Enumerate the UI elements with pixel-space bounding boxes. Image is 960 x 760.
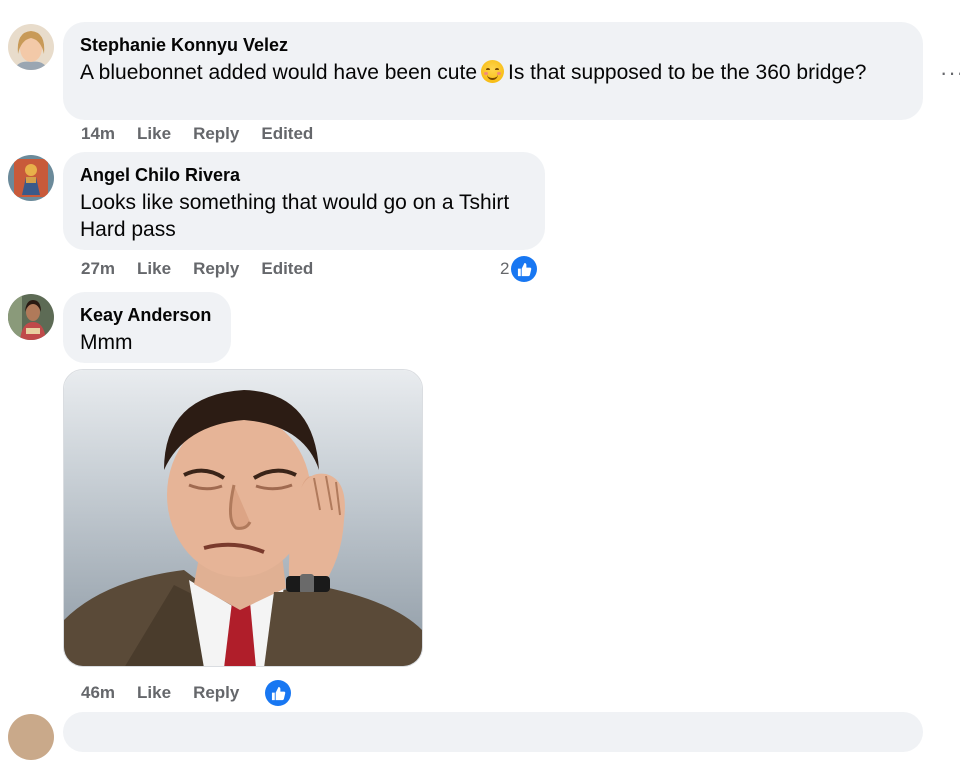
comment-author[interactable]: Stephanie Konnyu Velez — [80, 34, 905, 56]
comment-timestamp[interactable]: 27m — [81, 259, 115, 279]
comment-actions: 14m Like Reply Edited — [81, 124, 313, 144]
like-button[interactable]: Like — [137, 683, 171, 703]
comment-author[interactable]: Keay Anderson — [80, 304, 213, 326]
more-options-icon[interactable]: ··· — [940, 60, 960, 86]
comment-actions: 46m Like Reply — [81, 680, 292, 706]
comment-actions: 27m Like Reply Edited — [81, 259, 313, 279]
thumbs-up-icon — [511, 256, 538, 282]
reaction-count: 2 — [500, 259, 510, 278]
comment-bubble: Angel Chilo Rivera Looks like something … — [63, 152, 545, 250]
reply-button[interactable]: Reply — [193, 683, 239, 703]
comment-bubble: Keay Anderson Mmm — [63, 292, 231, 363]
reaction-summary[interactable]: 2 — [500, 256, 538, 282]
avatar[interactable] — [8, 294, 54, 340]
edited-label[interactable]: Edited — [261, 124, 313, 144]
comment-timestamp[interactable]: 14m — [81, 124, 115, 144]
comment-author[interactable]: Angel Chilo Rivera — [80, 164, 527, 186]
like-button[interactable]: Like — [137, 259, 171, 279]
avatar[interactable] — [8, 155, 54, 201]
avatar[interactable] — [8, 714, 54, 760]
comment-bubble — [63, 712, 923, 752]
like-button[interactable]: Like — [137, 124, 171, 144]
avatar[interactable] — [8, 24, 54, 70]
thumbs-up-icon[interactable] — [265, 680, 292, 706]
comment-bubble: Stephanie Konnyu Velez A bluebonnet adde… — [63, 22, 923, 120]
smiling-face-emoji-icon — [481, 60, 505, 83]
attachment-image[interactable] — [63, 369, 423, 667]
reply-button[interactable]: Reply — [193, 124, 239, 144]
reply-button[interactable]: Reply — [193, 259, 239, 279]
comment-text: Mmm — [80, 331, 133, 354]
comment-text: Looks like something that would go on a … — [80, 191, 510, 241]
comment-timestamp[interactable]: 46m — [81, 683, 115, 703]
edited-label[interactable]: Edited — [261, 259, 313, 279]
comment-text: A bluebonnet added would have been cute I… — [80, 60, 867, 84]
